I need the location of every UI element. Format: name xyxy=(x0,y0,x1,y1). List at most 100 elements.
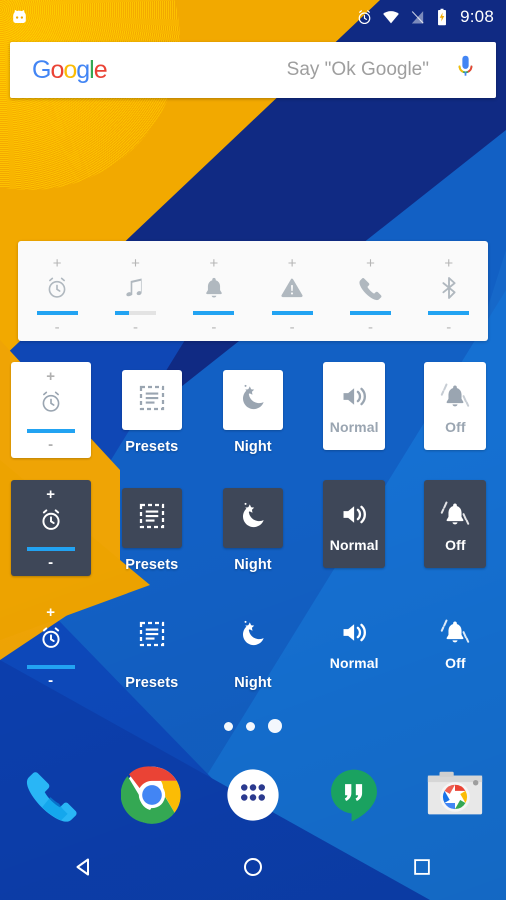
recents-button[interactable] xyxy=(337,856,506,883)
volume-down-button[interactable]: - xyxy=(446,320,451,335)
volume-stream-alarm[interactable]: + - xyxy=(18,241,96,341)
tile-cell-alarm-volume: + - xyxy=(0,362,101,458)
tile-row-transparent: + - Presets Night Normal Off xyxy=(0,598,506,694)
logo-letter: o xyxy=(63,56,77,84)
volume-up-button[interactable]: + xyxy=(53,256,62,271)
page-dot-active[interactable] xyxy=(268,719,282,733)
night-tile[interactable] xyxy=(223,606,283,666)
volume-slider[interactable] xyxy=(26,546,75,551)
volume-slider[interactable] xyxy=(26,664,75,669)
page-dot[interactable] xyxy=(224,721,233,731)
presets-tile[interactable] xyxy=(122,606,182,666)
volume-up-button[interactable]: + xyxy=(444,256,453,271)
volume-down-button[interactable]: - xyxy=(368,320,373,335)
volume-down-button[interactable]: - xyxy=(48,673,53,688)
cyanogenmod-robot-icon xyxy=(10,8,29,27)
volume-up-button[interactable]: + xyxy=(209,256,218,271)
hangouts-app-icon[interactable] xyxy=(304,766,405,824)
tile-row-dark: + - Presets Night Normal Off xyxy=(0,480,506,576)
volume-slider[interactable] xyxy=(428,310,470,315)
volume-tile[interactable]: + - xyxy=(10,480,91,576)
volume-slider[interactable] xyxy=(271,310,313,315)
logo-letter: G xyxy=(32,56,51,84)
volume-tile[interactable]: + - xyxy=(11,598,91,694)
page-dot[interactable] xyxy=(246,721,255,731)
volume-slider[interactable] xyxy=(349,310,391,315)
ringer-off-tile[interactable]: Off xyxy=(424,362,487,450)
ringer-normal-tile[interactable]: Normal xyxy=(323,598,385,686)
volume-slider[interactable] xyxy=(193,310,235,315)
ringer-normal-tile[interactable]: Normal xyxy=(323,362,386,450)
presets-tile[interactable] xyxy=(121,488,182,548)
app-drawer-icon[interactable] xyxy=(202,765,303,825)
back-triangle-icon xyxy=(72,855,96,884)
volume-stream-alert[interactable]: + - xyxy=(253,241,331,341)
phone-app-icon[interactable] xyxy=(0,765,101,825)
night-tile[interactable] xyxy=(222,370,283,430)
microphone-icon[interactable] xyxy=(455,54,476,87)
presets-icon xyxy=(137,501,167,536)
volume-stream-call[interactable]: + - xyxy=(331,241,409,341)
volume-up-button[interactable]: + xyxy=(46,487,55,502)
recents-square-icon xyxy=(411,856,433,883)
tile-cell-presets: Presets xyxy=(101,480,202,576)
tile-cell-presets: Presets xyxy=(101,362,202,458)
volume-slider[interactable] xyxy=(26,428,75,433)
home-screen: 9:08 Google Say "Ok Google" + - + - + - … xyxy=(0,0,506,900)
ringer-off-tile[interactable]: Off xyxy=(424,480,487,568)
tile-cell-night: Night xyxy=(202,598,303,694)
battery-charging-icon xyxy=(435,8,449,26)
back-button[interactable] xyxy=(0,855,169,884)
volume-down-button[interactable]: - xyxy=(290,320,295,335)
volume-up-button[interactable]: + xyxy=(46,369,55,384)
volume-panel-widget[interactable]: + - + - + - + - + - + - xyxy=(18,241,488,341)
volume-slider[interactable] xyxy=(114,310,156,315)
night-moon-icon xyxy=(237,500,269,537)
volume-stream-notification[interactable]: + - xyxy=(175,241,253,341)
volume-up-button[interactable]: + xyxy=(131,256,140,271)
tile-label: Normal xyxy=(329,418,379,435)
chrome-app-icon[interactable] xyxy=(101,764,202,826)
tile-label: Night xyxy=(234,675,272,691)
ringer-normal-tile[interactable]: Normal xyxy=(323,480,386,568)
logo-letter: g xyxy=(76,56,90,84)
volume-down-button[interactable]: - xyxy=(211,320,216,335)
home-circle-icon xyxy=(241,855,265,884)
google-logo[interactable]: Google xyxy=(32,55,108,85)
tile-label: Off xyxy=(445,655,466,671)
presets-icon xyxy=(137,619,167,654)
logo-letter: o xyxy=(50,56,64,84)
tile-cell-normal: Normal xyxy=(304,598,405,694)
volume-tile[interactable]: + - xyxy=(10,362,91,458)
night-moon-icon xyxy=(237,618,269,655)
camera-app-icon[interactable] xyxy=(405,764,506,826)
volume-slider[interactable] xyxy=(36,310,78,315)
tile-cell-presets: Presets xyxy=(101,598,202,694)
bell-icon xyxy=(201,270,227,306)
alarm-clock-icon xyxy=(44,270,70,306)
night-tile[interactable] xyxy=(222,488,283,548)
volume-down-button[interactable]: - xyxy=(133,320,138,335)
search-placeholder[interactable]: Say "Ok Google" xyxy=(107,59,455,81)
bell-vibrate-off-icon xyxy=(439,613,471,653)
volume-down-button[interactable]: - xyxy=(55,320,60,335)
ringer-off-tile[interactable]: Off xyxy=(424,598,486,686)
tile-label: Normal xyxy=(329,536,379,553)
volume-up-button[interactable]: + xyxy=(46,605,55,620)
volume-up-button[interactable]: + xyxy=(366,256,375,271)
navigation-bar xyxy=(0,838,506,900)
google-search-bar[interactable]: Google Say "Ok Google" xyxy=(10,42,496,98)
volume-up-button[interactable]: + xyxy=(288,256,297,271)
tile-cell-alarm-volume: + - xyxy=(0,480,101,576)
volume-down-button[interactable]: - xyxy=(48,555,53,570)
presets-tile[interactable] xyxy=(121,370,182,430)
night-moon-icon xyxy=(237,382,269,419)
volume-down-button[interactable]: - xyxy=(48,437,53,452)
tile-row-white: + - Presets Night Normal Off xyxy=(0,362,506,458)
bluetooth-icon xyxy=(436,270,462,306)
volume-stream-music[interactable]: + - xyxy=(96,241,174,341)
page-indicator[interactable] xyxy=(0,716,506,736)
music-note-icon xyxy=(122,270,148,306)
home-button[interactable] xyxy=(169,855,338,884)
volume-stream-bluetooth[interactable]: + - xyxy=(410,241,488,341)
